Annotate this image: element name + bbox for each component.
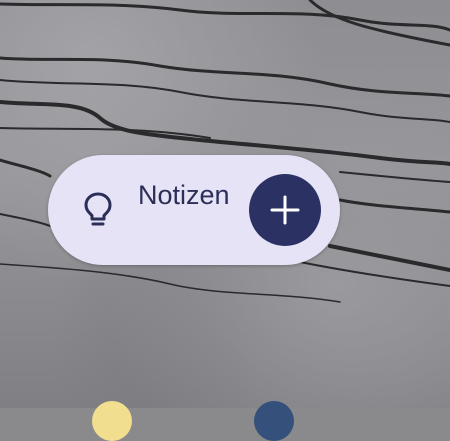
widget-label[interactable]: Notizen	[138, 178, 234, 212]
dock-app-icon-yellow[interactable]	[92, 401, 132, 441]
dock-app-icon-blue[interactable]	[254, 401, 294, 441]
plus-icon	[270, 195, 300, 225]
add-note-button[interactable]	[249, 174, 321, 246]
lightbulb-icon	[84, 192, 112, 226]
